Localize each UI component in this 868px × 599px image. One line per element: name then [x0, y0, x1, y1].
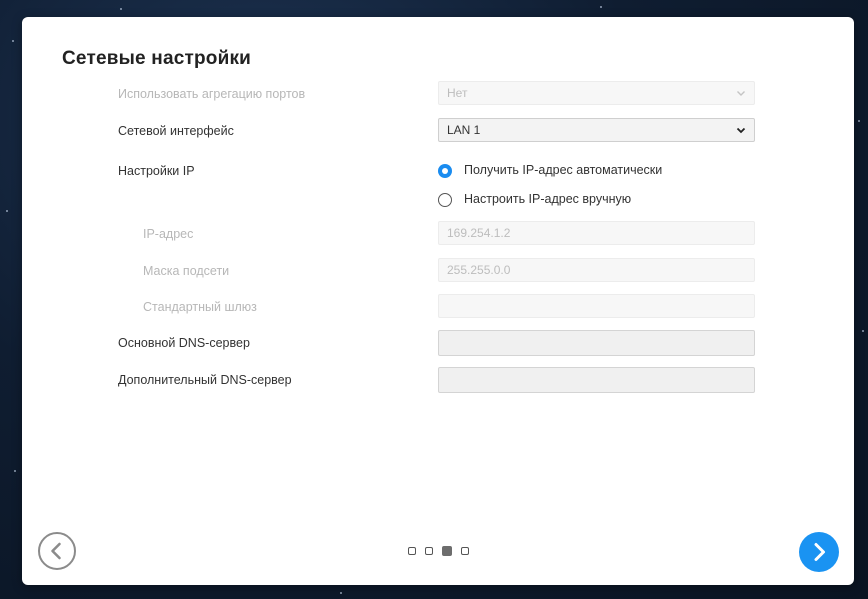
chevron-down-icon — [737, 91, 745, 96]
network-interface-row: Сетевой интерфейс LAN 1 — [22, 118, 854, 144]
subnet-mask-label: Маска подсети — [143, 264, 230, 278]
ip-manual-row: Настроить IP-адрес вручную — [22, 187, 854, 213]
link-aggregation-select: Нет — [438, 81, 755, 105]
gateway-row: Стандартный шлюз — [22, 294, 854, 320]
chevron-left-icon — [51, 542, 61, 560]
page-dot-3-active[interactable] — [442, 546, 452, 556]
link-aggregation-value: Нет — [447, 86, 468, 100]
subnet-mask-input: 255.255.0.0 — [438, 258, 755, 282]
ip-address-row: IP-адрес 169.254.1.2 — [22, 221, 854, 247]
primary-dns-input[interactable] — [438, 330, 755, 356]
link-aggregation-label: Использовать агрегацию портов — [118, 87, 306, 101]
subnet-mask-value: 255.255.0.0 — [447, 263, 511, 277]
radio-manual-ip-label[interactable]: Настроить IP-адрес вручную — [464, 192, 631, 206]
subnet-mask-row: Маска подсети 255.255.0.0 — [22, 258, 854, 284]
ip-address-label: IP-адрес — [143, 227, 194, 241]
ip-settings-label: Настройки IP — [118, 164, 195, 178]
link-aggregation-row: Использовать агрегацию портов Нет — [22, 81, 854, 107]
ip-address-value: 169.254.1.2 — [447, 226, 511, 240]
secondary-dns-label: Дополнительный DNS-сервер — [118, 373, 292, 387]
primary-dns-row: Основной DNS-сервер — [22, 330, 854, 356]
page-title: Сетевые настройки — [62, 48, 252, 69]
network-interface-label: Сетевой интерфейс — [118, 124, 234, 138]
radio-auto-ip-label[interactable]: Получить IP-адрес автоматически — [464, 163, 662, 177]
radio-manual-ip[interactable] — [438, 193, 452, 207]
page-dot-4[interactable] — [461, 547, 469, 555]
back-button[interactable] — [38, 532, 76, 570]
page-dot-1[interactable] — [408, 547, 416, 555]
network-interface-select[interactable]: LAN 1 — [438, 118, 755, 142]
secondary-dns-row: Дополнительный DNS-сервер — [22, 367, 854, 393]
ip-address-input: 169.254.1.2 — [438, 221, 755, 245]
page-dot-2[interactable] — [425, 547, 433, 555]
next-button[interactable] — [799, 532, 839, 572]
primary-dns-label: Основной DNS-сервер — [118, 336, 250, 350]
ip-settings-row: Настройки IP Получить IP-адрес автоматич… — [22, 158, 854, 184]
chevron-down-icon — [736, 127, 746, 134]
radio-auto-ip[interactable] — [438, 164, 452, 178]
gateway-input — [438, 294, 755, 318]
setup-wizard-panel: Сетевые настройки Использовать агрегацию… — [22, 17, 854, 585]
chevron-right-icon — [814, 543, 825, 561]
network-interface-value: LAN 1 — [447, 123, 481, 137]
secondary-dns-input[interactable] — [438, 367, 755, 393]
gateway-label: Стандартный шлюз — [143, 300, 257, 314]
